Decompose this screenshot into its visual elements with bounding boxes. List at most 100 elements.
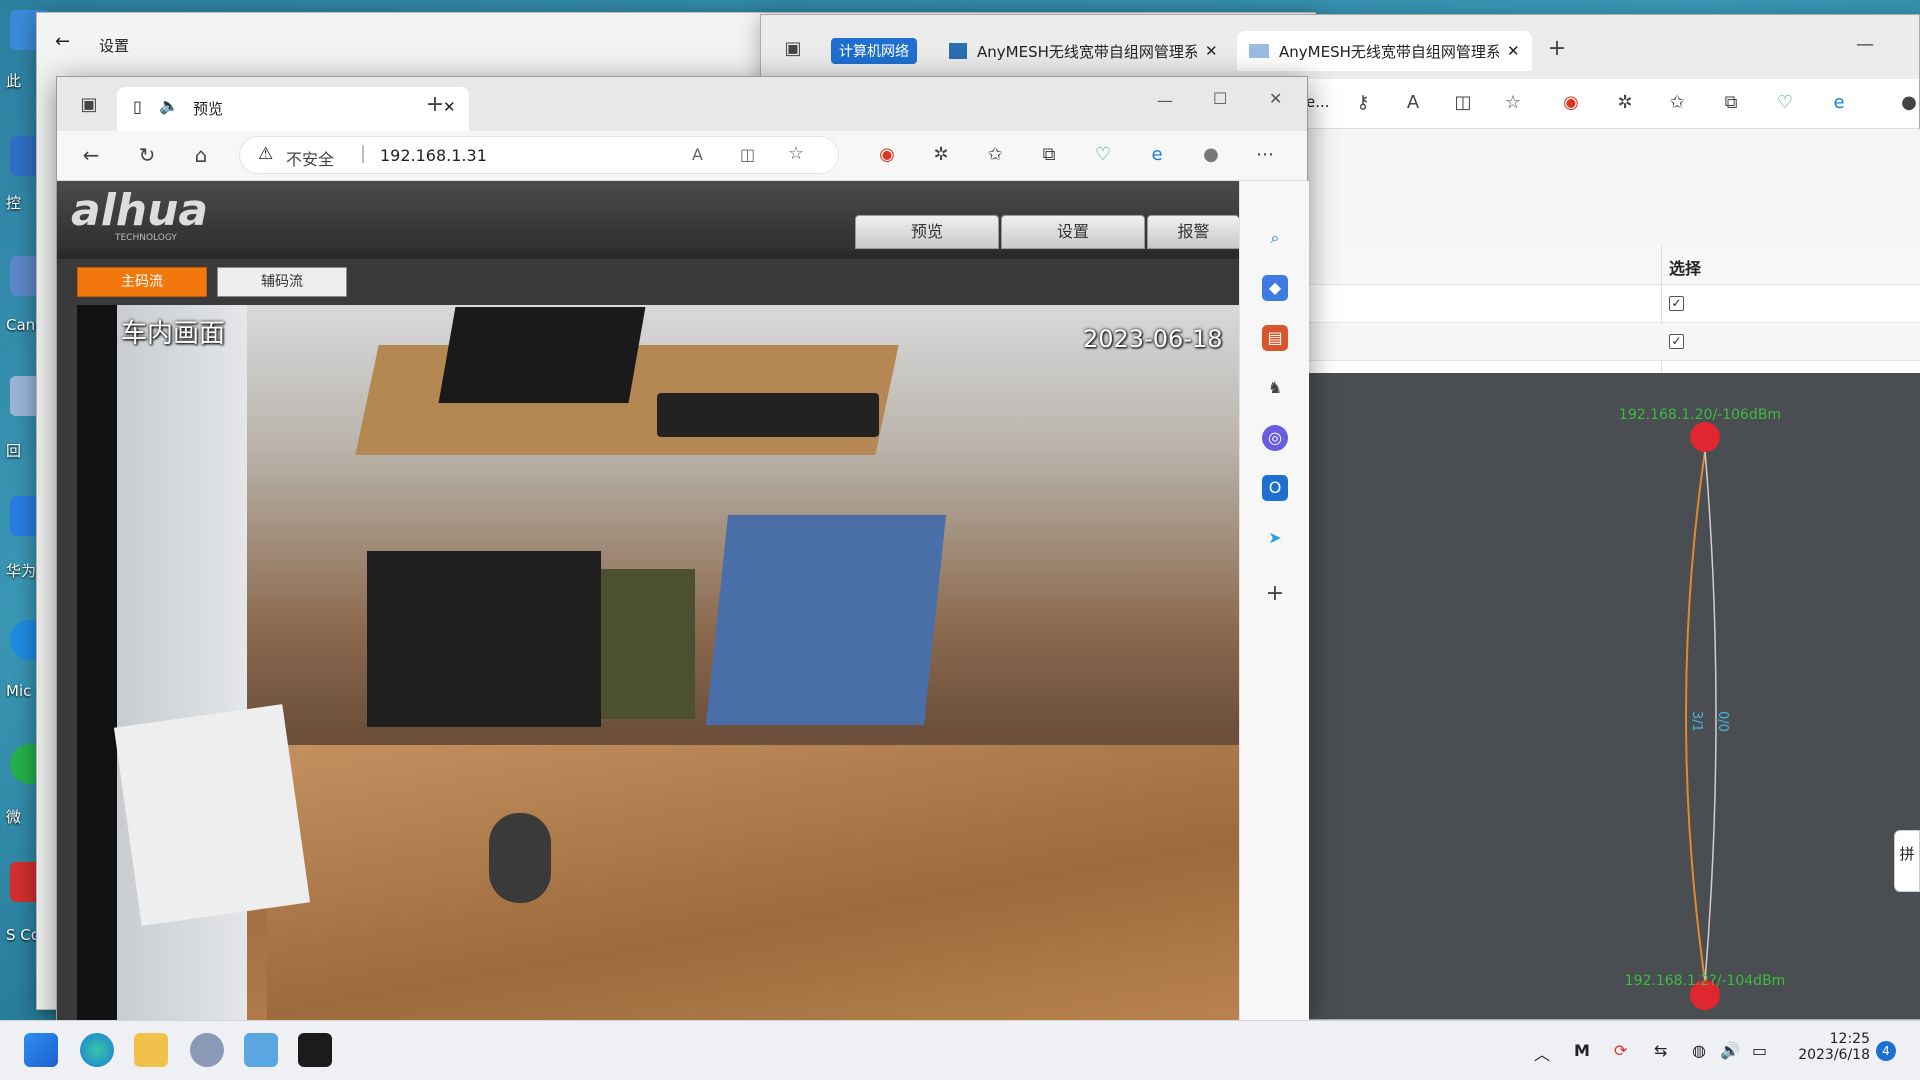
minimize-button[interactable]: — <box>1853 33 1877 57</box>
tab-preview[interactable]: ▯ 🔈 预览 ✕ <box>117 87 469 131</box>
read-aloud-icon[interactable]: A <box>1401 91 1425 115</box>
terminal-icon[interactable] <box>298 1033 332 1067</box>
extension-red-icon[interactable]: ◉ <box>875 143 899 167</box>
extension-red-icon[interactable]: ◉ <box>1559 91 1583 115</box>
app-tray-icon[interactable]: M <box>1574 1041 1590 1060</box>
close-icon[interactable]: ✕ <box>1205 42 1218 60</box>
file-explorer-icon[interactable] <box>134 1033 168 1067</box>
tab-anymesh-1[interactable]: AnyMESH无线宽带自组网管理系 ✕ <box>937 31 1227 71</box>
plus-icon[interactable]: + <box>1262 581 1288 607</box>
taskbar: ︿ M ⟳ ⇆ ◍ 🔊 ▭ 12:25 2023/6/18 4 <box>0 1020 1920 1080</box>
address-fragment[interactable]: e... <box>1306 93 1330 111</box>
more-menu-icon[interactable]: ⋯ <box>1253 143 1277 167</box>
ie-mode-icon[interactable]: e <box>1145 143 1169 167</box>
start-icon[interactable] <box>24 1033 58 1067</box>
health-icon[interactable]: ♡ <box>1091 143 1115 167</box>
ie-mode-icon[interactable]: e <box>1827 91 1851 115</box>
minimize-button[interactable]: — <box>1157 91 1173 110</box>
desktop: { "desktop": { "icons": [ {"label": "此",… <box>0 0 1920 1080</box>
favorite-star-icon[interactable]: ☆ <box>788 143 804 164</box>
favorite-star-icon[interactable]: ☆ <box>1501 91 1525 115</box>
tab-bar: ▣ 计算机网络 AnyMESH无线宽带自组网管理系 ✕ AnyMESH无线宽带自… <box>761 15 1919 79</box>
globe-icon[interactable]: ◍ <box>1692 1041 1706 1060</box>
health-icon[interactable]: ♡ <box>1773 91 1797 115</box>
extensions-icon[interactable]: ✲ <box>1613 91 1637 115</box>
tab-actions-icon[interactable]: ▣ <box>781 37 805 61</box>
collections-icon[interactable]: ⧉ <box>1719 91 1743 115</box>
favorites-icon[interactable]: ✩ <box>1665 91 1689 115</box>
profile-icon[interactable]: ● <box>1199 143 1223 167</box>
page-icon: ▯ <box>133 97 142 116</box>
link-right-label: 0/0 <box>1715 711 1730 732</box>
close-button[interactable]: ✕ <box>1269 89 1282 108</box>
chess-icon[interactable]: ♞ <box>1262 375 1288 401</box>
sync-icon[interactable]: ⟳ <box>1614 1041 1627 1060</box>
control-panel-icon[interactable] <box>244 1033 278 1067</box>
sliders-icon[interactable]: ⇆ <box>1654 1041 1667 1060</box>
copilot-icon[interactable]: ◎ <box>1262 425 1288 451</box>
sub-stream-button[interactable]: 辅码流 <box>217 267 347 297</box>
split-screen-icon[interactable]: ◫ <box>740 145 755 164</box>
video-overlay-date: 2023-06-18 <box>1083 325 1223 353</box>
row-checkbox[interactable]: ✓ <box>1669 334 1684 349</box>
volume-icon[interactable]: 🔊 <box>1720 1041 1740 1060</box>
back-arrow-icon[interactable]: ← <box>79 143 103 167</box>
tab-title: 预览 <box>193 100 224 118</box>
node-top[interactable] <box>1690 422 1720 452</box>
edge-icon[interactable] <box>80 1033 114 1067</box>
side-input-widget[interactable]: 拼 <box>1894 830 1920 892</box>
extensions-icon[interactable]: ✲ <box>929 143 953 167</box>
page-background <box>1307 129 1920 245</box>
tab-group-label[interactable]: 计算机网络 <box>831 31 926 71</box>
search-icon[interactable]: ⌕ <box>1262 225 1288 251</box>
tag-icon[interactable]: ◆ <box>1262 275 1288 301</box>
favorites-icon[interactable]: ✩ <box>983 143 1007 167</box>
new-tab-icon[interactable]: + <box>1545 37 1569 61</box>
select-column-header: 选择 <box>1669 259 1702 278</box>
row-checkbox[interactable]: ✓ <box>1669 296 1684 311</box>
link-left-label: 3/1 <box>1689 711 1704 732</box>
address-bar[interactable]: ⚠ 不安全 | 192.168.1.31 A ◫ ☆ <box>239 136 839 174</box>
url-text[interactable]: 192.168.1.31 <box>380 146 487 165</box>
read-aloud-icon[interactable]: A <box>692 145 703 164</box>
nav-alarm[interactable]: 报警 <box>1147 215 1239 249</box>
video-player[interactable]: 车内画面 2023-06-18 <box>77 305 1239 1021</box>
speaker-icon: 🔈 <box>159 96 179 115</box>
node-bottom-label: 192.168.1.2?/-104dBm <box>1625 973 1786 989</box>
profile-icon[interactable]: ● <box>1897 91 1920 115</box>
close-icon[interactable]: ✕ <box>1507 42 1520 60</box>
dahua-web-page: alhua TECHNOLOGY 预览 设置 报警 主码流 辅码流 车内画面 2… <box>57 181 1239 1021</box>
notification-badge[interactable]: 4 <box>1876 1041 1896 1061</box>
main-stream-button[interactable]: 主码流 <box>77 267 207 297</box>
green-case <box>601 569 695 719</box>
dahua-logo: alhua <box>71 185 209 236</box>
outlook-icon[interactable]: O <box>1262 475 1288 501</box>
tab-actions-icon[interactable]: ▣ <box>77 93 101 117</box>
collections-icon[interactable]: ⧉ <box>1037 143 1061 167</box>
nav-settings[interactable]: 设置 <box>1001 215 1145 249</box>
battery-icon[interactable]: ▭ <box>1752 1041 1767 1060</box>
nav-preview[interactable]: 预览 <box>855 215 999 249</box>
refresh-icon[interactable]: ↻ <box>135 143 159 167</box>
clock[interactable]: 12:25 2023/6/18 <box>1790 1031 1870 1063</box>
node-top-label: 192.168.1.20/-106dBm <box>1619 407 1781 423</box>
tab-anymesh-2[interactable]: AnyMESH无线宽带自组网管理系 ✕ <box>1237 31 1532 71</box>
topology-svg: 192.168.1.20/-106dBm 192.168.1.2?/-104dB… <box>1619 407 1786 1010</box>
new-tab-icon[interactable]: + <box>423 93 447 117</box>
link-line-grey <box>1704 450 1717 982</box>
laptop <box>438 307 646 403</box>
header-divider <box>57 251 1239 259</box>
send-icon[interactable]: ➤ <box>1262 525 1288 551</box>
settings-gear-icon[interactable] <box>190 1033 224 1067</box>
home-icon[interactable]: ⌂ <box>189 143 213 167</box>
key-icon[interactable]: ⚷ <box>1351 91 1375 115</box>
paper-sheets <box>113 704 311 926</box>
back-arrow-icon[interactable]: ← <box>55 31 70 52</box>
address-divider: | <box>360 143 367 164</box>
split-screen-icon[interactable]: ◫ <box>1451 91 1475 115</box>
table-header-row: 选择 <box>1307 245 1920 373</box>
toolbox-icon[interactable]: ▤ <box>1262 325 1288 351</box>
chevron-up-icon[interactable]: ︿ <box>1534 1041 1550 1065</box>
maximize-button[interactable]: ☐ <box>1213 89 1227 108</box>
anymesh-favicon <box>1249 44 1269 58</box>
